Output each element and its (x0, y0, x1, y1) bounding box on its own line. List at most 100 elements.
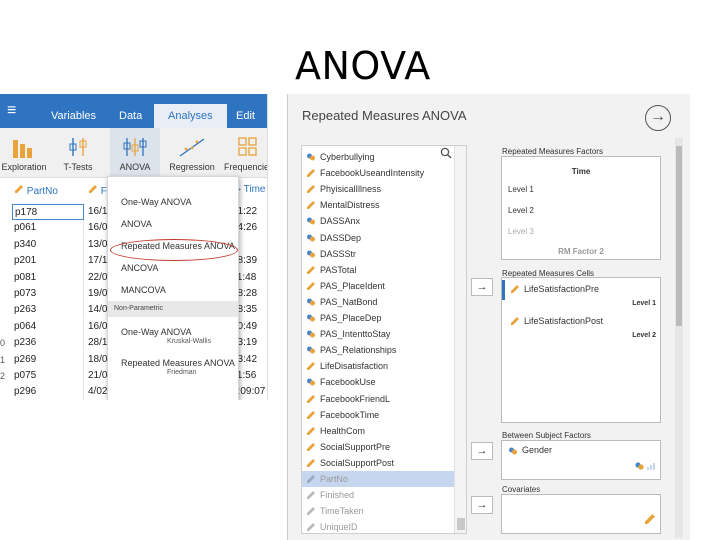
frequencies-icon (224, 134, 267, 158)
scale-variable-icon (307, 185, 315, 194)
allowed-types-icon (644, 512, 656, 530)
variable-list-item[interactable]: FacebookTime (302, 407, 454, 423)
move-to-rm-cells-button[interactable]: → (471, 278, 493, 296)
cell-partno[interactable]: p340 (12, 236, 84, 253)
scale-variable-icon (511, 317, 519, 325)
variable-list-item[interactable]: TimeTaken (302, 503, 454, 519)
hamburger-menu-icon[interactable]: ≡ (7, 102, 16, 120)
variable-list-item[interactable]: Finished (302, 487, 454, 503)
cell-date[interactable]: 16/1 (88, 204, 107, 220)
variable-list-item[interactable]: PAS_IntenttoStay (302, 326, 454, 342)
variable-list-item[interactable]: LifeDisatisfaction (302, 358, 454, 374)
between-factor-item[interactable]: Gender (508, 445, 552, 455)
variable-list-item[interactable]: PAS_PlaceIdent (302, 278, 454, 294)
variable-list-item[interactable]: MentalDistress (302, 197, 454, 213)
variable-list-item[interactable]: PASTotal (302, 262, 454, 278)
menu-item-friedman[interactable]: Repeated Measures ANOVA (121, 358, 235, 368)
cell-date[interactable]: 18/0 (88, 352, 107, 368)
col-header-time[interactable]: ▸ Time (236, 184, 266, 200)
cell-date[interactable]: 13/0 (88, 237, 107, 253)
menu-item-anova[interactable]: ANOVA (121, 219, 152, 229)
scale-variable-icon (307, 169, 315, 178)
cell-partno[interactable]: p263 (12, 302, 84, 319)
variable-list-item[interactable]: PartNo (302, 471, 454, 487)
variable-list-item[interactable]: SocialSupportPost (302, 455, 454, 471)
move-to-covariates-button[interactable]: → (471, 496, 493, 514)
cell-partno[interactable]: p081 (12, 269, 84, 286)
cell-date[interactable]: 28/1 (88, 335, 107, 351)
nominal-variable-icon (307, 378, 315, 386)
cell-partno[interactable]: p201 (12, 253, 84, 270)
col-header-f[interactable]: F (88, 184, 107, 200)
ribbon-exploration[interactable]: Exploration (0, 128, 48, 178)
cell-date[interactable]: 22/0 (88, 270, 107, 286)
cell-date[interactable]: 19/0 (88, 286, 107, 302)
variable-list-item[interactable]: FacebookUse (302, 374, 454, 390)
variable-list-item[interactable]: UniqueID (302, 519, 454, 533)
tab-data[interactable]: Data (119, 94, 142, 128)
cell-partno[interactable]: p061 (12, 220, 84, 237)
cell-date[interactable]: 16/0 (88, 319, 107, 335)
rm-level[interactable]: Level 2 (508, 206, 534, 215)
rm-cell[interactable]: LifeSatisfactionPre Level 1 (502, 280, 660, 316)
tab-variables[interactable]: Variables (51, 94, 96, 128)
ribbon-regression[interactable]: Regression (168, 128, 216, 178)
variable-list-item[interactable]: PAS_NatBond (302, 294, 454, 310)
variable-list-item[interactable]: HealthCom (302, 423, 454, 439)
col-header-partno[interactable]: PartNo (14, 184, 58, 200)
cell-date[interactable]: 14/0 (88, 302, 107, 318)
nominal-variable-icon (307, 250, 315, 258)
menu-item-mancova[interactable]: MANCOVA (121, 285, 166, 295)
menu-item-one-way-anova[interactable]: One-Way ANOVA (121, 197, 192, 207)
variable-list-item[interactable]: Cyberbullying (302, 149, 454, 165)
search-icon[interactable] (440, 147, 452, 162)
rm-cell[interactable]: LifeSatisfactionPost Level 2 (502, 312, 660, 348)
cell-partno[interactable]: p075 (12, 368, 84, 384)
covariates-box (501, 494, 661, 534)
variable-list-item[interactable]: DASSAnx (302, 213, 454, 229)
rm-factor-2-placeholder[interactable]: RM Factor 2 (502, 247, 660, 256)
tab-analyses[interactable]: Analyses (154, 104, 227, 128)
covariates-label: Covariates (502, 485, 541, 494)
nominal-variable-icon (509, 447, 517, 455)
variable-list-item[interactable]: PAS_PlaceDep (302, 310, 454, 326)
panel-scrollbar[interactable] (675, 138, 683, 538)
variable-list-item[interactable]: PhyisicalIllness (302, 181, 454, 197)
cell-partno[interactable]: p236 (12, 335, 84, 352)
cell-partno[interactable]: p296 (12, 384, 84, 400)
move-to-between-button[interactable]: → (471, 442, 493, 460)
rm-level[interactable]: Level 1 (508, 185, 534, 194)
variable-name: PAS_PlaceDep (320, 313, 382, 323)
scrollbar-thumb[interactable] (676, 146, 682, 326)
cell-date[interactable]: 17/1 (88, 253, 107, 269)
variable-list-item[interactable]: SocialSupportPre (302, 439, 454, 455)
ribbon-frequencies[interactable]: Frequencies (224, 128, 267, 178)
go-arrow-icon[interactable]: → (645, 105, 671, 131)
cell-partno[interactable]: p073 (12, 286, 84, 302)
ribbon-t-tests[interactable]: T-Tests (58, 128, 98, 178)
scrollbar-thumb[interactable] (457, 518, 465, 530)
cell-date[interactable]: 16/0 (88, 220, 107, 236)
variable-list-item[interactable]: FacebookUseandIntensity (302, 165, 454, 181)
rm-cell-variable: LifeSatisfactionPost (524, 316, 604, 326)
cell-partno[interactable]: p178 (12, 204, 84, 220)
scale-variable-icon (307, 442, 315, 451)
menu-item-ancova[interactable]: ANCOVA (121, 263, 158, 273)
variable-list-item[interactable]: FacebookFriendL (302, 391, 454, 407)
rm-level-placeholder[interactable]: Level 3 (508, 227, 534, 236)
variable-list-scrollbar[interactable] (454, 146, 466, 533)
ribbon-anova[interactable]: ANOVA (110, 128, 160, 178)
variable-name: DASSDep (320, 232, 362, 243)
scale-variable-icon (307, 394, 315, 403)
variable-name: PhyisicalIllness (320, 184, 382, 195)
cell-partno[interactable]: p064 (12, 318, 84, 335)
scale-variable-icon (307, 201, 315, 210)
variable-list-item[interactable]: DASSDep (302, 230, 454, 246)
tab-edit[interactable]: Edit (236, 94, 255, 128)
variable-list-item[interactable]: DASSStr (302, 246, 454, 262)
cell-partno[interactable]: p269 (12, 351, 84, 368)
rm-factor-name[interactable]: Time (502, 167, 660, 176)
menu-item-kruskal-wallis[interactable]: One-Way ANOVA (121, 327, 192, 337)
variable-list-item[interactable]: PAS_Relationships (302, 342, 454, 358)
cell-date[interactable]: 21/0 (88, 368, 107, 384)
